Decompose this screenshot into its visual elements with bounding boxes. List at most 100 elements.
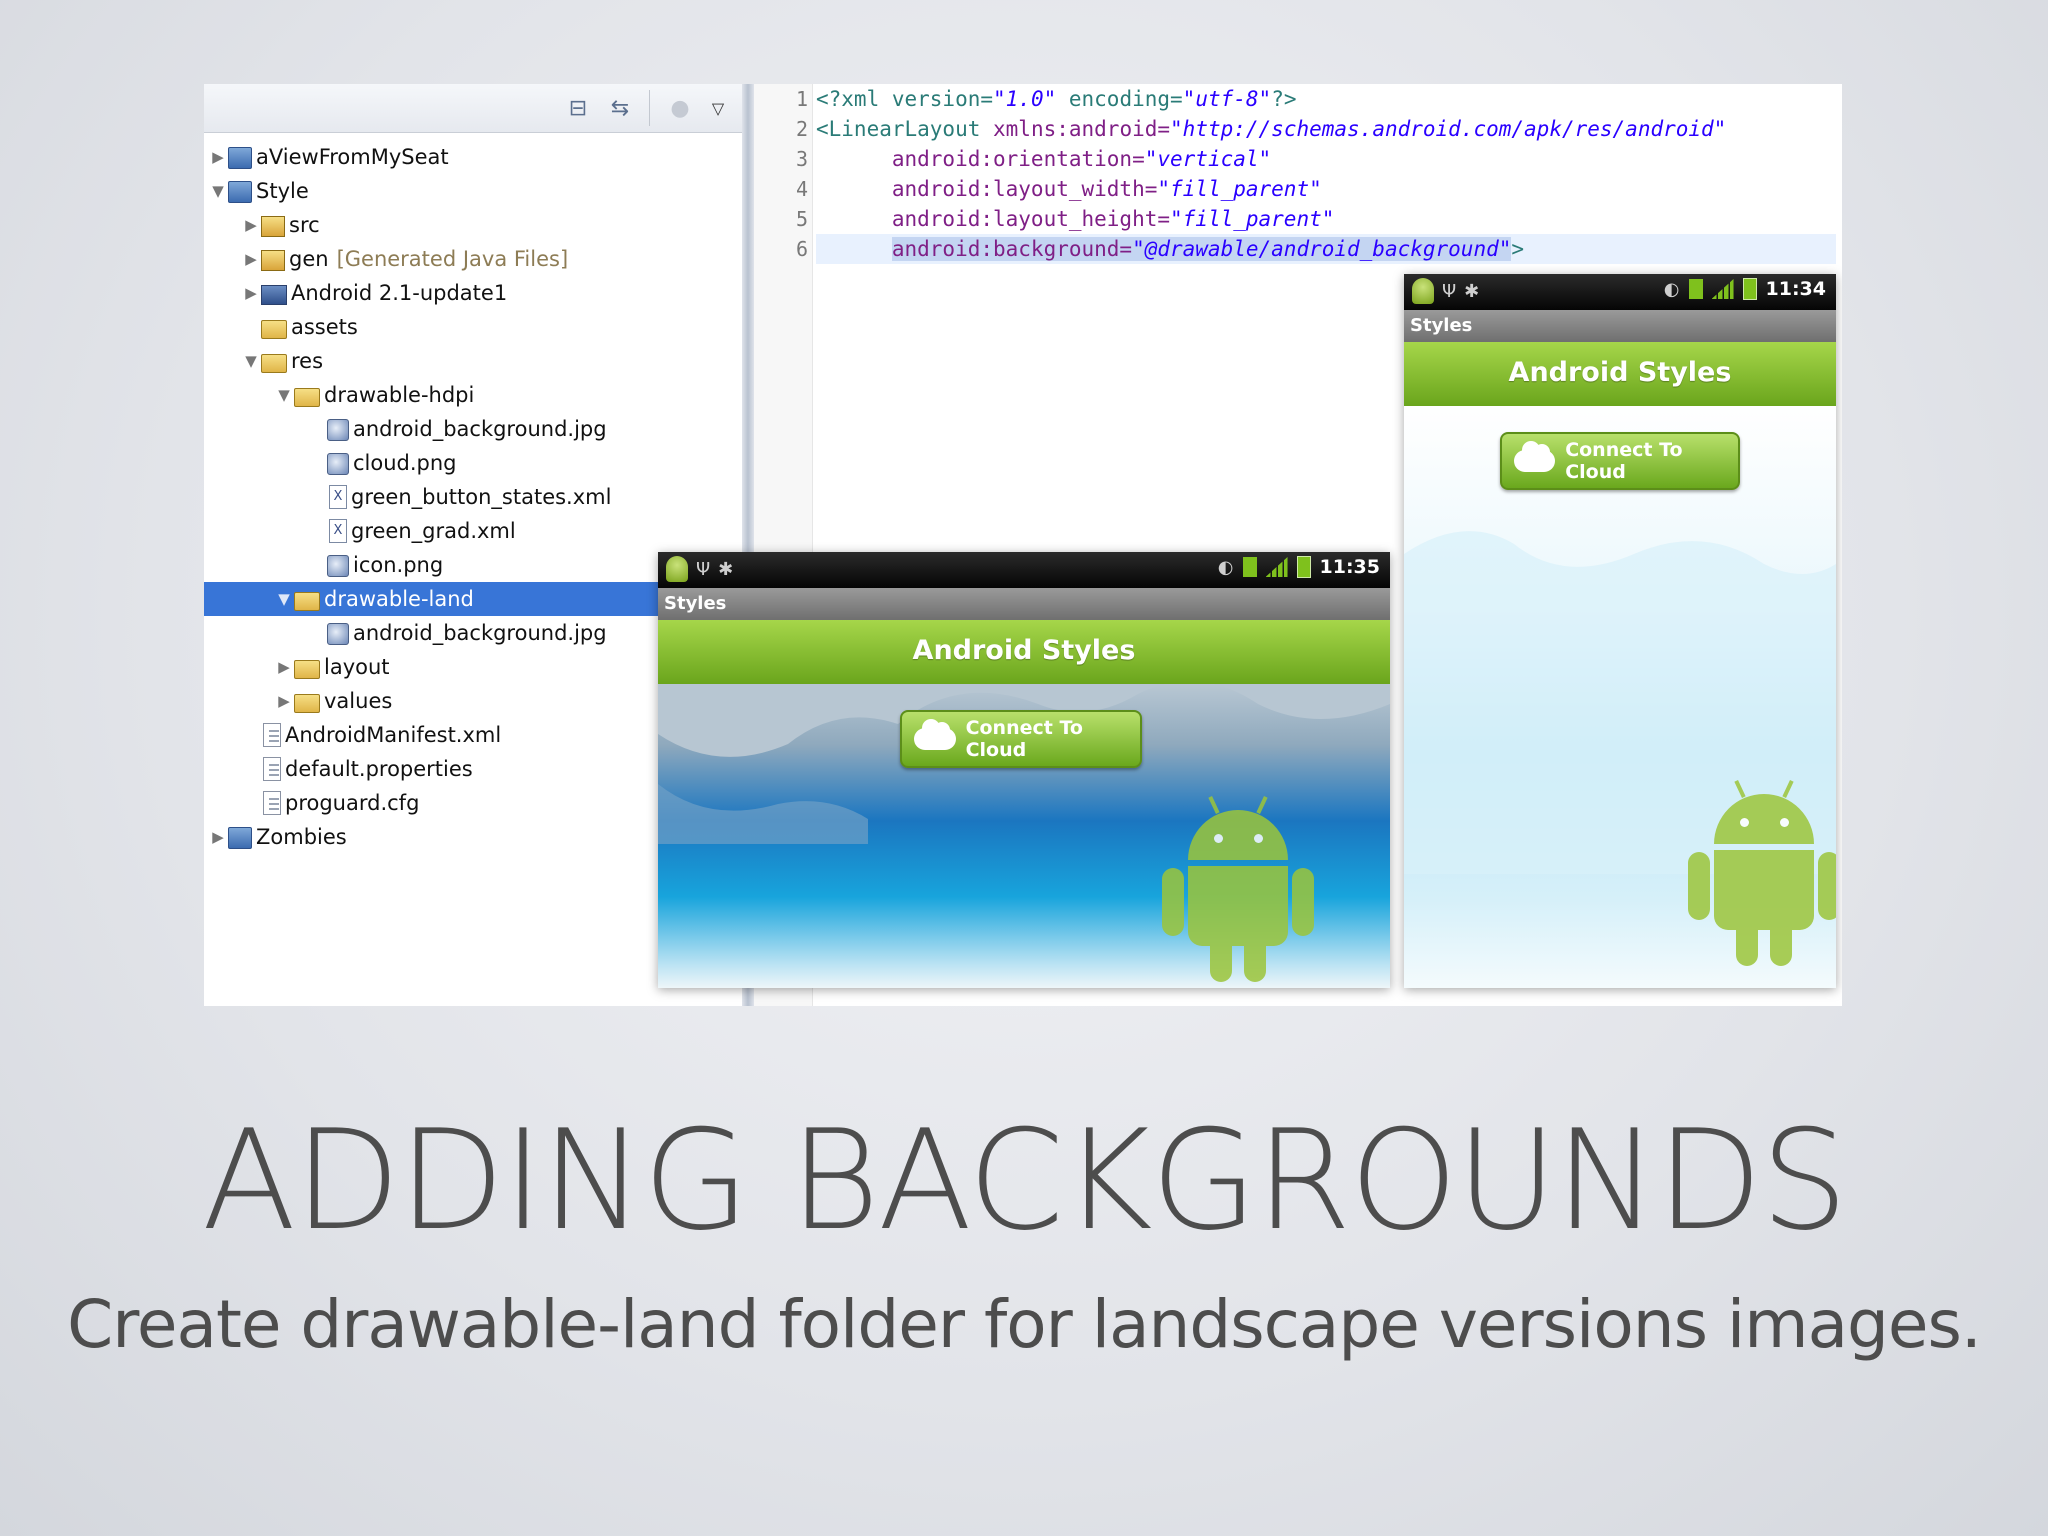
debug-icon: ✱ (1464, 280, 1480, 302)
usb-icon: Ψ (1442, 280, 1457, 302)
line-number: 4 (795, 177, 808, 201)
status-right-icons: ◐ 11:34 (1664, 278, 1826, 300)
screenshot-panel: ⊟ ⇆ ● ▽ ▶ aViewFromMySeat ▼ Style ▶ src ▶ gen [G… (204, 84, 1842, 1006)
phone-landscape-screenshot: Ψ ✱ ◐ 11:35 Styles Android Styles Connec… (658, 552, 1390, 988)
status-time: 11:34 (1765, 278, 1826, 300)
tree-item-label: src (289, 213, 320, 237)
battery-icon (1296, 556, 1311, 578)
code-line-6-current[interactable]: android:background="@drawable/android_ba… (816, 234, 1836, 264)
collapse-arrow-icon[interactable]: ▶ (241, 250, 261, 268)
folder-icon (261, 320, 287, 339)
package-folder-icon (261, 250, 285, 271)
expand-arrow-icon[interactable]: ▼ (241, 352, 261, 370)
expand-arrow-icon[interactable]: ▼ (274, 386, 294, 404)
xml-file-icon: X (329, 519, 347, 543)
tree-item-label: aViewFromMySeat (256, 145, 449, 169)
tree-item-label: AndroidManifest.xml (285, 723, 502, 747)
tree-item-label: Zombies (256, 825, 347, 849)
status-time: 11:35 (1319, 556, 1380, 578)
attr-value: "@drawable/android_background" (1132, 237, 1512, 261)
expand-arrow-icon[interactable]: ▼ (208, 182, 228, 200)
collapse-arrow-icon[interactable]: ▶ (274, 658, 294, 676)
line-number: 5 (795, 207, 808, 231)
folder-icon (261, 354, 287, 373)
line-number: 2 (795, 117, 808, 141)
xml-declaration: encoding= (1056, 87, 1183, 111)
connect-to-cloud-button[interactable]: Connect To Cloud (900, 710, 1142, 768)
cloud-icon (1514, 441, 1556, 472)
status-bar: Ψ ✱ ◐ 11:34 (1404, 274, 1836, 310)
button-label: Connect To Cloud (965, 717, 1083, 761)
xml-declaration: <?xml version= (816, 87, 994, 111)
text-file-icon (263, 791, 281, 815)
signal-icon (1711, 279, 1734, 299)
sync-icon: ◐ (1217, 556, 1234, 578)
collapse-arrow-icon[interactable]: ▶ (208, 828, 228, 846)
attr-value: "utf-8" (1182, 87, 1272, 111)
status-left-icons: Ψ ✱ (1412, 278, 1479, 304)
view-menu-icon[interactable]: ▽ (706, 94, 730, 122)
collapse-all-icon[interactable]: ⊟ (564, 94, 592, 122)
slide-title: ADDING BACKGROUNDS (201, 1100, 1848, 1261)
tree-item-label: gen (289, 247, 329, 271)
status-right-icons: ◐ 11:35 (1218, 556, 1380, 578)
app-title-bar: Styles (1404, 310, 1836, 342)
tag-name: <LinearLayout (816, 117, 981, 141)
tree-item-label: green_button_states.xml (351, 485, 612, 509)
attr-name: android:orientation= (891, 147, 1145, 171)
image-file-icon (327, 419, 349, 441)
attr-name: android:layout_width= (891, 177, 1158, 201)
collapse-arrow-icon[interactable]: ▶ (241, 216, 261, 234)
package-folder-icon (261, 216, 285, 237)
folder-icon (294, 388, 320, 407)
xml-declaration-end: ?> (1271, 87, 1297, 111)
line-number: 6 (795, 237, 808, 261)
explorer-toolbar: ⊟ ⇆ ● ▽ (204, 84, 742, 133)
tree-item-label: Style (256, 179, 309, 203)
attr-name: xmlns:android= (980, 117, 1171, 141)
android-robot-icon (1162, 795, 1314, 988)
attr-value: "vertical" (1144, 147, 1272, 171)
link-with-editor-icon[interactable]: ⇆ (604, 94, 636, 122)
attr-value: "http://schemas.android.com/apk/res/andr… (1170, 117, 1727, 141)
network-icon (1688, 279, 1703, 299)
status-bar: Ψ ✱ ◐ 11:35 (658, 552, 1390, 588)
tree-item-label: drawable-land (324, 587, 474, 611)
usb-icon: Ψ (696, 558, 711, 580)
tree-item-suffix: [Generated Java Files] (336, 247, 569, 271)
signal-icon (1265, 557, 1288, 577)
code-line-4[interactable]: android:layout_width="fill_parent" (816, 174, 1322, 204)
tree-item-label: green_grad.xml (351, 519, 516, 543)
attr-name: android:layout_height= (891, 207, 1171, 231)
folder-icon (294, 592, 320, 611)
code-line-5[interactable]: android:layout_height="fill_parent" (816, 204, 1335, 234)
network-icon (1242, 557, 1257, 577)
code-line-1[interactable]: <?xml version="1.0" encoding="utf-8"?> (816, 84, 1296, 114)
code-line-3[interactable]: android:orientation="vertical" (816, 144, 1271, 174)
android-notification-icon (666, 556, 688, 582)
code-line-2[interactable]: <LinearLayout xmlns:android="http://sche… (816, 114, 1726, 144)
folder-icon (294, 660, 320, 679)
toolbar-separator (649, 90, 656, 126)
attr-value: "1.0" (993, 87, 1057, 111)
cloud-icon (914, 719, 956, 750)
connect-to-cloud-button[interactable]: Connect To Cloud (1500, 432, 1740, 490)
collapse-arrow-icon[interactable]: ▶ (208, 148, 228, 166)
image-file-icon (327, 623, 349, 645)
battery-icon (1742, 278, 1757, 300)
focus-icon[interactable]: ● (666, 94, 694, 122)
tree-item-label: Android 2.1-update1 (291, 281, 508, 305)
collapse-arrow-icon[interactable]: ▶ (274, 692, 294, 710)
collapse-arrow-icon[interactable]: ▶ (241, 284, 261, 302)
app-header: Android Styles (1404, 342, 1836, 406)
tree-item-label: drawable-hdpi (324, 383, 475, 407)
project-icon (228, 147, 252, 169)
expand-arrow-icon[interactable]: ▼ (274, 590, 294, 608)
image-file-icon (327, 453, 349, 475)
tag-end: > (1511, 237, 1525, 261)
slide-subtitle: Create drawable-land folder for landscap… (67, 1286, 1982, 1363)
tree-item-label: assets (291, 315, 358, 339)
manifest-file-icon (263, 723, 281, 747)
tree-item-label: layout (324, 655, 390, 679)
attr-value: "fill_parent" (1170, 207, 1335, 231)
